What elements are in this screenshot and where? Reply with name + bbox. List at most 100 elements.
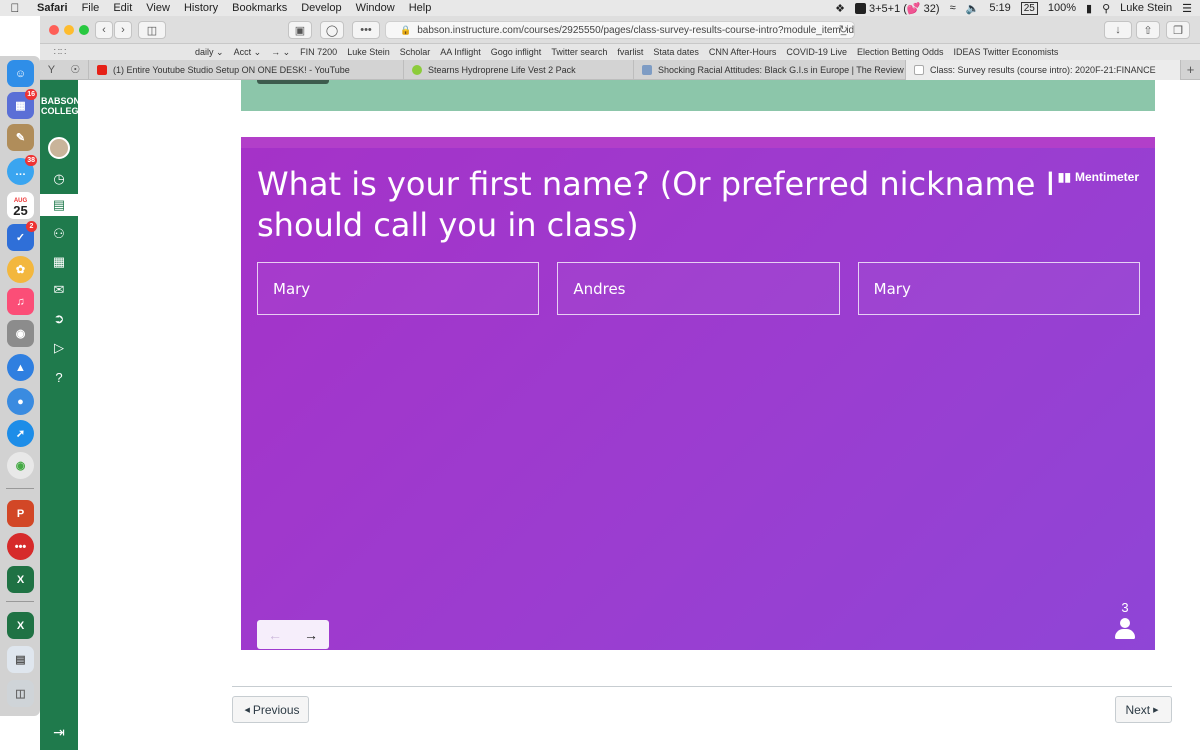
menu-window[interactable]: Window: [349, 2, 402, 14]
spotlight-search-icon[interactable]: ⚲: [1102, 2, 1110, 15]
bookmark-item[interactable]: Acct ⌄: [229, 47, 267, 58]
excel-icon[interactable]: X: [7, 566, 34, 593]
wifi-icon[interactable]: ≈: [950, 2, 956, 14]
control-center-icon[interactable]: ☰: [1182, 2, 1192, 15]
new-tab-icon[interactable]: +: [1180, 60, 1200, 79]
babson-college-logo[interactable]: BABSON COLLEGE: [41, 96, 85, 116]
bookmark-item[interactable]: Election Betting Odds: [852, 47, 949, 57]
previous-button[interactable]: ◀ Previous: [232, 696, 309, 723]
trash-icon[interactable]: ◫: [7, 680, 34, 707]
back-icon[interactable]: ‹: [95, 21, 113, 39]
address-bar[interactable]: 🔒 babson.instructure.com/courses/2925550…: [385, 21, 855, 39]
apple-menu-icon[interactable]: : [0, 1, 30, 15]
reader-bookmark-icon[interactable]: ▣: [288, 21, 312, 39]
calendar-icon[interactable]: AUG 25: [7, 192, 34, 219]
zoom-window-button[interactable]: [79, 25, 89, 35]
messages-icon[interactable]: … 38: [7, 155, 37, 185]
tab-overview-icon[interactable]: ❐: [1166, 21, 1190, 39]
menu-edit[interactable]: Edit: [106, 2, 139, 14]
tab-youtube[interactable]: (1) Entire Youtube Studio Setup ON ONE D…: [88, 60, 403, 80]
menu-user-name[interactable]: Luke Stein: [1120, 2, 1172, 14]
bookmark-item[interactable]: Gogo inflight: [486, 47, 547, 57]
notes-app-icon[interactable]: ✎: [7, 124, 34, 151]
mentimeter-icon: ▮▮: [1057, 170, 1071, 184]
downloads-icon[interactable]: ↓: [1104, 21, 1132, 39]
dashboard-icon[interactable]: ◷: [48, 168, 70, 190]
dropbox-icon[interactable]: ❖: [835, 2, 845, 15]
safari-icon[interactable]: ➚: [7, 420, 34, 447]
logout-arrow-icon[interactable]: ➲: [48, 308, 70, 330]
next-button[interactable]: Next ▶: [1115, 696, 1172, 723]
menu-file[interactable]: File: [75, 2, 107, 14]
pinned-tab-icon[interactable]: Y: [48, 64, 55, 76]
menu-history[interactable]: History: [177, 2, 225, 14]
share-icon[interactable]: ⇧: [1136, 21, 1160, 39]
battery-percent[interactable]: 100%: [1048, 2, 1076, 14]
mentimeter-logo[interactable]: ▮▮ Mentimeter: [1058, 170, 1139, 184]
tweetbot-icon[interactable]: ●: [7, 388, 34, 415]
safari-toolbar: ‹ › ◫ ▣ ◯ ••• 🔒 babson.instructure.com/c…: [40, 16, 1200, 44]
tab-racial-attitudes[interactable]: Shocking Racial Attitudes: Black G.I.s i…: [633, 60, 905, 80]
launchpad-icon[interactable]: ▦ 16: [7, 89, 37, 119]
powerpoint-icon[interactable]: P: [7, 500, 34, 527]
pinned-compass-icon[interactable]: ☉: [70, 63, 80, 76]
studio-icon[interactable]: ▷: [48, 337, 70, 359]
lock-icon: 🔒: [400, 24, 412, 35]
bookmark-item[interactable]: IDEAS Twitter Economists: [949, 47, 1064, 57]
photos-icon[interactable]: ✿: [7, 256, 34, 283]
documents-folder-icon[interactable]: ▤: [7, 646, 34, 673]
close-window-button[interactable]: [49, 25, 59, 35]
excel-document-icon[interactable]: X: [7, 612, 34, 639]
menu-bookmarks[interactable]: Bookmarks: [225, 2, 294, 14]
participant-number: 3: [1121, 600, 1129, 615]
favorites-grid-icon[interactable]: ∷∷: [40, 47, 80, 58]
minimize-window-button[interactable]: [64, 25, 74, 35]
bookmark-item[interactable]: FIN 7200: [295, 47, 342, 57]
tab-survey-results[interactable]: Class: Survey results (course intro): 20…: [905, 60, 1180, 80]
menu-clock[interactable]: 5:19: [989, 2, 1010, 14]
sidebar-toggle-icon[interactable]: ◫: [138, 21, 166, 39]
checkbox-app-icon: [854, 3, 866, 15]
bookmark-item[interactable]: daily ⌄: [190, 47, 229, 58]
status-counter[interactable]: 3+5+1 (💕 32): [854, 2, 940, 15]
calendar-nav-icon[interactable]: ▦: [48, 251, 70, 273]
menu-view[interactable]: View: [139, 2, 177, 14]
courses-icon[interactable]: ▤: [40, 194, 78, 216]
preview-icon[interactable]: ◉: [7, 320, 34, 347]
bookmark-item[interactable]: Luke Stein: [342, 47, 395, 57]
help-icon[interactable]: ?: [48, 366, 70, 388]
article-icon: [642, 65, 652, 75]
bookmark-item[interactable]: COVID-19 Live: [781, 47, 852, 57]
music-icon[interactable]: ♫: [7, 288, 34, 315]
battery-icon[interactable]: ▮: [1086, 2, 1092, 15]
account-avatar[interactable]: [48, 137, 70, 159]
bookmark-item[interactable]: fvarlist: [612, 47, 648, 57]
chrome-icon[interactable]: ◉: [7, 452, 34, 479]
bookmarks-bar: ∷∷ daily ⌄ Acct ⌄ → ⌄ FIN 7200 Luke Stei…: [40, 44, 1200, 60]
next-slide-arrow-icon[interactable]: →: [293, 620, 329, 649]
collapse-nav-icon[interactable]: ⇥: [48, 722, 70, 742]
volume-icon[interactable]: 🔈: [966, 2, 980, 15]
forward-icon[interactable]: ›: [114, 21, 132, 39]
bookmark-item[interactable]: Scholar: [395, 47, 436, 57]
bookmark-item[interactable]: → ⌄: [266, 47, 295, 58]
previous-slide-arrow-icon[interactable]: ←: [257, 620, 293, 649]
shield-icon[interactable]: ◯: [320, 21, 344, 39]
groups-icon[interactable]: ⚇: [48, 223, 70, 245]
menu-app-name[interactable]: Safari: [30, 2, 75, 14]
calendar-date-icon[interactable]: 25: [1020, 1, 1038, 15]
maps-icon[interactable]: ▲: [7, 354, 34, 381]
bookmark-item[interactable]: CNN After-Hours: [704, 47, 782, 57]
tab-stearns[interactable]: Stearns Hydroprene Life Vest 2 Pack: [403, 60, 633, 80]
reload-icon[interactable]: ↻: [839, 23, 848, 36]
more-extensions-icon[interactable]: •••: [352, 21, 380, 39]
finder-icon[interactable]: ☺: [7, 60, 34, 87]
bookmark-item[interactable]: Stata dates: [648, 47, 704, 57]
bookmark-item[interactable]: Twitter search: [546, 47, 612, 57]
menu-develop[interactable]: Develop: [294, 2, 348, 14]
bookmark-item[interactable]: AA Inflight: [435, 47, 486, 57]
menu-help[interactable]: Help: [402, 2, 439, 14]
omnifocus-icon[interactable]: ✓ 2: [7, 221, 37, 251]
more-apps-icon[interactable]: •••: [7, 533, 34, 560]
inbox-icon[interactable]: ✉: [48, 279, 70, 301]
